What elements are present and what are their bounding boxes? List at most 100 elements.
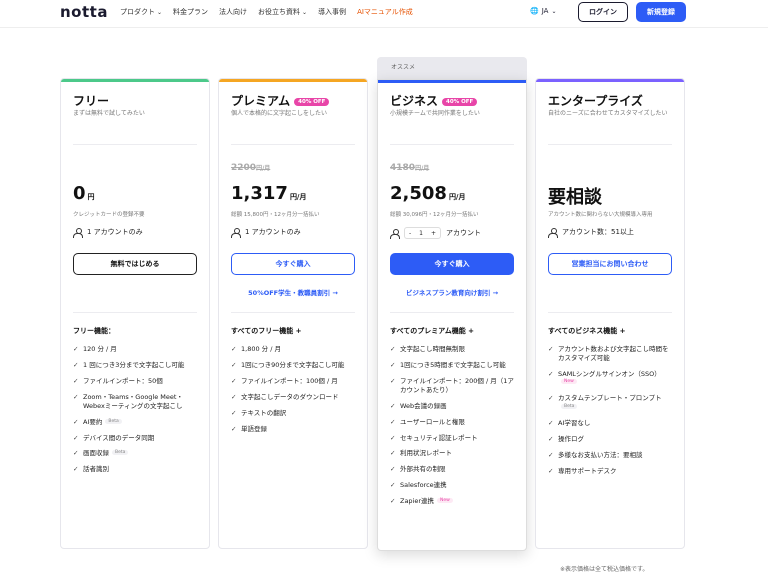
original-price-value: 2200 — [231, 163, 257, 173]
check-icon: ✓ — [390, 345, 396, 353]
original-price: 4180円/月 — [390, 163, 429, 173]
stepper-plus-button[interactable]: + — [427, 230, 440, 237]
plan-cta-button[interactable]: 今すぐ購入 — [390, 253, 514, 275]
feature-item: ✓ ユーザーロールと権限 — [390, 418, 514, 427]
features-title: すべてのビジネス機能 + — [548, 327, 626, 335]
plan-accent-bar — [536, 79, 684, 82]
check-icon: ✓ — [73, 465, 79, 474]
nav-item-1[interactable]: 料金プラン — [173, 7, 208, 17]
check-icon: ✓ — [73, 360, 79, 369]
feature-text: SAMLシングルサインオン（SSO） — [558, 369, 661, 378]
language-label: JA — [541, 7, 549, 15]
seat-info: 1 アカウントのみ — [73, 227, 143, 238]
feature-text: Zoom・Teams・Google Meet・Webexミーティングの文字起こし — [83, 392, 183, 410]
check-icon: ✓ — [548, 369, 554, 378]
feature-item: ✓ 操作ログ — [548, 435, 672, 444]
divider — [231, 312, 355, 313]
chevron-down-icon: ⌄ — [551, 7, 557, 15]
nav-item-3[interactable]: お役立ち資料 ⌄ — [258, 7, 307, 17]
plan-accent-bar — [219, 79, 367, 82]
features-title: フリー機能： — [73, 327, 115, 335]
stepper-minus-button[interactable]: - — [405, 230, 415, 237]
seat-info: -1 + アカウント — [390, 227, 481, 239]
divider — [390, 144, 514, 145]
globe-icon: 🌐 — [530, 7, 539, 15]
plan-cta-button[interactable]: 無料ではじめる — [73, 253, 197, 275]
original-price: 2200円/月 — [231, 163, 270, 173]
check-icon: ✓ — [390, 360, 396, 369]
check-icon: ✓ — [73, 449, 79, 458]
feature-list: ✓ 1,800 分 / 月 ✓ 1回につき90分まで文字起こし可能 ✓ ファイルインポート… — [231, 345, 355, 441]
check-icon: ✓ — [390, 481, 396, 490]
notta-logo[interactable]: notta — [60, 3, 108, 21]
feature-item: ✓ 利用状況レポート — [390, 449, 514, 458]
plan-description: 小規模チームで共同作業をしたい — [390, 110, 480, 117]
login-button[interactable]: ログイン — [578, 2, 628, 22]
feature-item: ✓ SAMLシングルサインオン（SSO）New — [548, 370, 672, 388]
feature-text: 画面収録 — [83, 449, 109, 458]
plan-discount-link[interactable]: 50%OFF学生・教職員割引 → — [231, 287, 355, 297]
check-icon: ✓ — [548, 394, 554, 403]
feature-list: ✓ 120 分 / 月 ✓ 1 回につき3分まで文字起こし可能 ✓ ファイルインポート：5… — [73, 345, 197, 481]
plan-accent-bar — [61, 79, 209, 82]
nav-item-5[interactable]: AIマニュアル作成 — [357, 7, 413, 17]
features-title: すべてのフリー機能 + — [231, 327, 302, 335]
plan-name-text: エンタープライズ — [548, 94, 643, 108]
plan-cta-button[interactable]: 営業担当にお問い合わせ — [548, 253, 672, 275]
feature-text: 多様なお支払い方法：要相談 — [558, 451, 643, 460]
language-selector[interactable]: 🌐 JA ⌄ — [530, 7, 556, 15]
register-button[interactable]: 新規登録 — [636, 2, 686, 22]
check-icon: ✓ — [390, 465, 396, 474]
user-icon — [390, 228, 400, 239]
plan-description: 個人で本格的に文字起こしをしたい — [231, 110, 328, 117]
check-icon: ✓ — [231, 360, 237, 369]
seat-stepper[interactable]: -1 + — [404, 227, 442, 239]
recommended-label: オススメ — [377, 57, 527, 79]
main-nav: プロダクト ⌄ 料金プラン 法人向け お役立ち資料 ⌄ 導入事例 AIマニュアル作成 — [120, 7, 413, 17]
feature-tag: Beta — [112, 450, 129, 456]
feature-item: ✓ 文字起こしデータのダウンロード — [231, 393, 355, 402]
feature-text: 120 分 / 月 — [83, 345, 117, 353]
seat-label: 1 アカウントのみ — [87, 228, 143, 236]
check-icon: ✓ — [231, 392, 237, 401]
plan-cta-button[interactable]: 今すぐ購入 — [231, 253, 355, 275]
feature-item: ✓ 1 回につき3分まで文字起こし可能 — [73, 361, 197, 370]
plan-card — [218, 78, 368, 549]
feature-list: ✓ アカウント数および文字起こし時間をカスタマイズ可能 ✓ SAMLシングルサインオン… — [548, 345, 672, 483]
check-icon: ✓ — [548, 419, 554, 428]
nav-item-2[interactable]: 法人向け — [219, 7, 247, 17]
nav-item-0[interactable]: プロダクト ⌄ — [120, 7, 162, 17]
feature-text: ユーザーロールと権限 — [400, 417, 465, 426]
feature-item: ✓ 画面収録 Beta — [73, 449, 197, 458]
feature-text: 1回につき5時間まで文字起こし可能 — [400, 360, 506, 369]
price-value: 要相談 — [548, 187, 602, 208]
check-icon: ✓ — [231, 408, 237, 417]
user-icon — [231, 227, 241, 238]
check-icon: ✓ — [73, 392, 79, 401]
plan-name-text: ビジネス — [390, 94, 439, 108]
check-icon: ✓ — [73, 376, 79, 385]
price-unit: 円/月 — [289, 193, 307, 201]
feature-item: ✓ セキュリティ認証レポート — [390, 434, 514, 443]
feature-text: デバイス間のデータ同期 — [83, 433, 155, 442]
price-value: 1,317 — [231, 183, 288, 204]
plan-name: ビジネス 40% OFF — [390, 92, 478, 109]
price-footnote: ※表示価格は全て税込価格です。 — [560, 566, 649, 573]
feature-item: ✓ ファイルインポート：100個 / 月 — [231, 377, 355, 386]
check-icon: ✓ — [390, 433, 396, 442]
plan-accent-bar — [378, 80, 526, 83]
feature-text: 利用状況レポート — [400, 449, 452, 458]
nav-item-4[interactable]: 導入事例 — [318, 7, 346, 17]
price-note: 総額 30,096円・12ヶ月分一括払い — [390, 212, 479, 218]
feature-item: ✓ テキストの翻訳 — [231, 409, 355, 418]
feature-text: ファイルインポート：100個 / 月 — [241, 376, 338, 385]
check-icon: ✓ — [73, 433, 79, 442]
plan-price: 1,317 円/月 — [231, 183, 307, 204]
plan-name-text: フリー — [73, 94, 110, 108]
feature-tag: Beta — [105, 418, 122, 424]
plan-discount-link[interactable]: ビジネスプラン教育向け割引 → — [390, 287, 514, 297]
price-note: クレジットカードの登録不要 — [73, 212, 145, 218]
divider — [548, 312, 672, 313]
feature-text: Web会議の録画 — [400, 401, 447, 410]
check-icon: ✓ — [548, 435, 554, 444]
